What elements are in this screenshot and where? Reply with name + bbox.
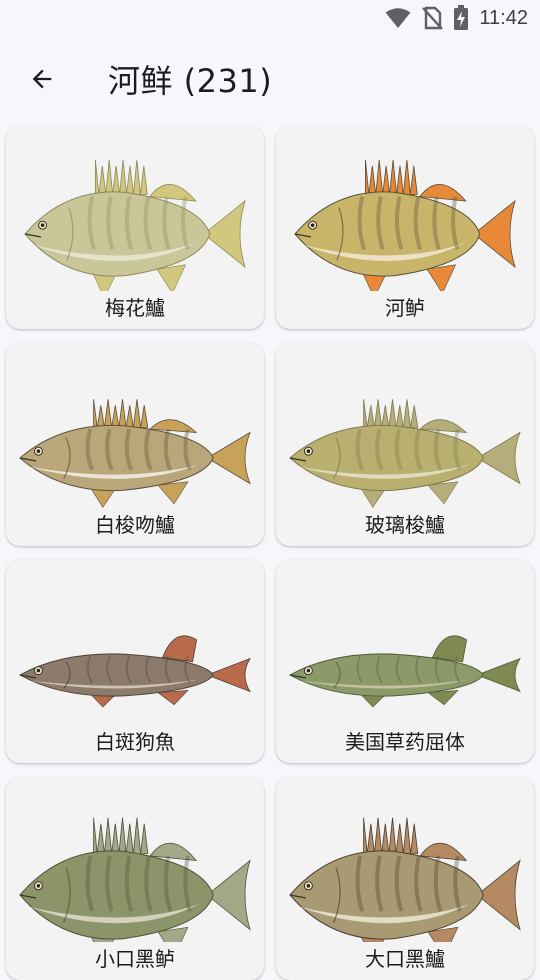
fish-name: 美国草药屈体 (345, 730, 465, 754)
fish-illustration (24, 159, 246, 291)
fish-illustration (19, 817, 251, 942)
fish-card[interactable]: 梅花鱸 (6, 126, 264, 329)
back-button[interactable] (16, 53, 68, 105)
fish-card[interactable]: 美国草药屈体 (276, 560, 534, 763)
fish-illustration (289, 817, 521, 942)
battery-charging-icon (454, 5, 469, 30)
status-bar: 11:42 (0, 0, 540, 36)
fish-card[interactable]: 白斑狗魚 (6, 560, 264, 763)
app-bar: 河鲜 (231) (0, 48, 540, 110)
fish-illustration (289, 399, 521, 508)
fish-name: 白梭吻鱸 (95, 513, 175, 537)
arrow-back-icon (32, 69, 52, 89)
page-title: 河鲜 (231) (108, 62, 273, 100)
fish-name: 梅花鱸 (105, 296, 165, 320)
fish-name: 玻璃梭鱸 (365, 513, 445, 537)
wifi-icon (385, 8, 411, 28)
clock: 11:42 (479, 6, 528, 29)
fish-name: 大口黑鱸 (365, 947, 445, 971)
fish-illustration (288, 635, 521, 708)
fish-card[interactable]: 河鲈 (276, 126, 534, 329)
no-sim-icon (422, 6, 444, 30)
fish-name: 小口黑鲈 (95, 947, 175, 971)
fish-card[interactable]: 白梭吻鱸 (6, 343, 264, 546)
fish-illustration (294, 159, 516, 291)
fish-grid: 梅花鱸 河鲈 白梭吻鱸 玻璃梭鱸 白斑狗魚 美国草药屈体 小口黑鲈 大口黑鱸 (6, 126, 536, 980)
fish-card[interactable]: 大口黑鱸 (276, 777, 534, 980)
fish-name: 白斑狗魚 (95, 730, 175, 754)
fish-illustration (19, 399, 251, 508)
fish-illustration (18, 635, 251, 708)
fish-card[interactable]: 小口黑鲈 (6, 777, 264, 980)
fish-card[interactable]: 玻璃梭鱸 (276, 343, 534, 546)
fish-name: 河鲈 (385, 296, 425, 320)
